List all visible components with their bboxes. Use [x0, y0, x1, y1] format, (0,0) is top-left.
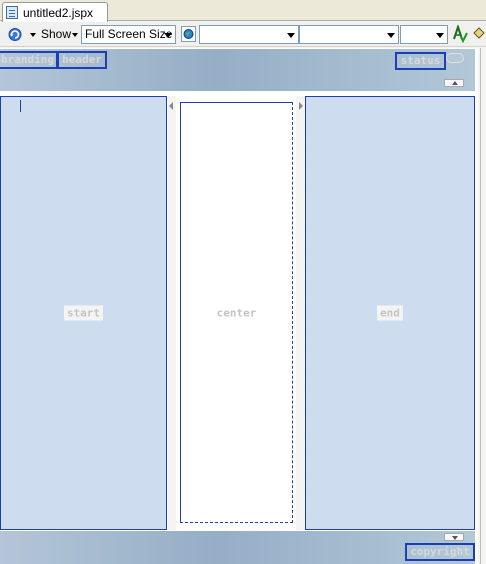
jspx-file-icon [6, 6, 18, 19]
spellcheck-icon[interactable] [452, 23, 468, 44]
scroll-up-button[interactable] [444, 79, 464, 87]
end-facet-label: end [377, 305, 403, 321]
collapse-toggle-button[interactable] [446, 53, 464, 63]
collapse-left-icon [169, 102, 173, 110]
branding-facet[interactable]: branding [0, 51, 58, 69]
splitter-left[interactable] [168, 96, 176, 530]
show-menu-label: Show [41, 27, 72, 41]
chevron-down-icon [387, 33, 395, 38]
style-select-2[interactable] [299, 25, 399, 44]
chevron-down-icon [436, 33, 444, 38]
chevron-down-icon [287, 33, 295, 38]
end-facet-label-row: end [306, 305, 474, 321]
start-facet-label: start [63, 305, 104, 321]
style-select-1[interactable] [199, 25, 299, 44]
style-select-3[interactable] [400, 25, 448, 44]
canvas-edge-divider [480, 48, 481, 564]
header-facet[interactable]: header [57, 51, 107, 69]
bottom-facet-band [0, 531, 475, 564]
text-cursor [20, 100, 21, 112]
chevron-down-icon [164, 33, 172, 38]
refresh-icon[interactable] [6, 26, 24, 43]
design-toolbar: Show Full Screen Size [0, 22, 486, 47]
start-facet[interactable]: start [0, 96, 167, 530]
collapse-right-icon [299, 102, 303, 110]
center-facet-label: center [216, 306, 257, 319]
scroll-down-button[interactable] [444, 533, 464, 541]
refresh-options-chevron-icon[interactable] [30, 33, 36, 37]
status-facet[interactable]: status [395, 52, 446, 70]
copyright-facet[interactable]: copyright [405, 543, 475, 561]
splitter-right[interactable] [296, 96, 305, 530]
center-facet[interactable]: center [180, 102, 293, 523]
triangle-up-icon [452, 81, 458, 85]
paint-icon[interactable] [472, 25, 486, 43]
tab-label: untitled2.jspx [23, 6, 94, 20]
tab-untitled2[interactable]: untitled2.jspx [2, 2, 108, 22]
show-menu-button[interactable]: Show [41, 27, 71, 43]
screen-size-select[interactable]: Full Screen Size [81, 25, 176, 44]
end-facet[interactable]: end [305, 96, 475, 530]
screen-size-value: Full Screen Size [85, 27, 173, 41]
start-facet-label-row: start [1, 305, 166, 321]
show-menu-chevron-icon [72, 33, 78, 37]
triangle-down-icon [452, 536, 458, 540]
globe-icon[interactable] [181, 26, 196, 42]
